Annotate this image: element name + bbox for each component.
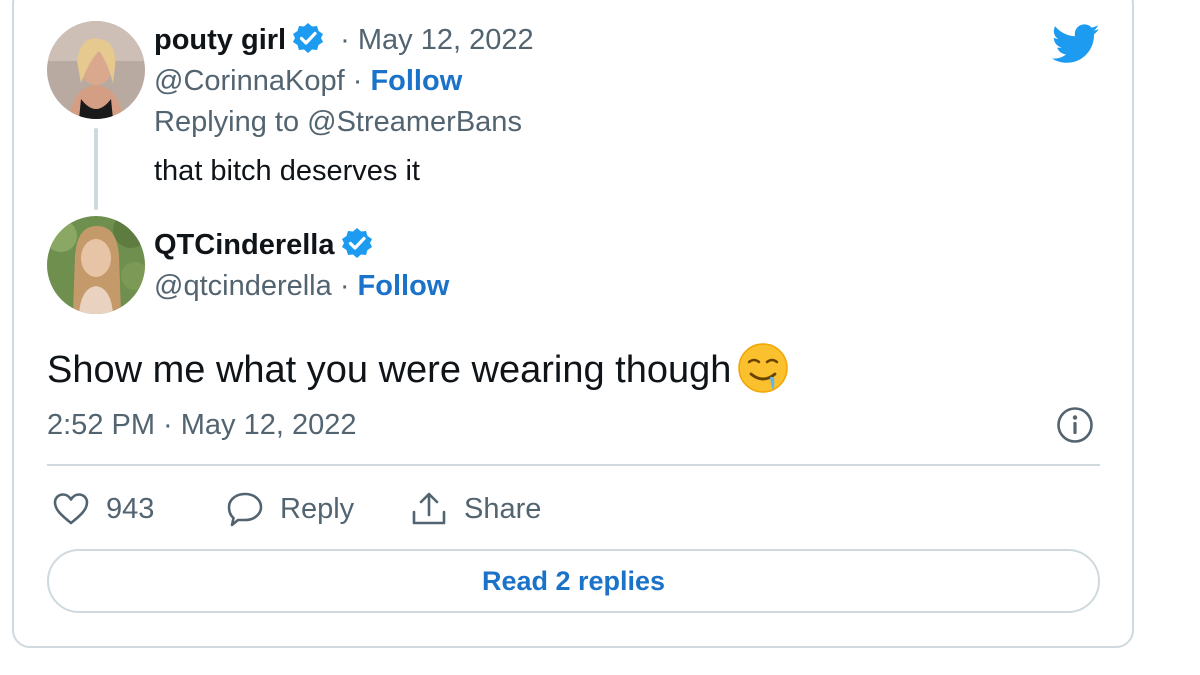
parent-handle[interactable]: @CorinnaKopf [154, 65, 345, 97]
drooling-face-icon [737, 342, 789, 394]
replying-to[interactable]: Replying to @StreamerBans [154, 104, 522, 140]
parent-tweet-text: that bitch deserves it [154, 155, 420, 187]
parent-header: pouty girl · May 12, 2022 [154, 22, 534, 58]
read-replies-button[interactable]: Read 2 replies [47, 549, 1100, 613]
reply-bubble-icon [227, 492, 263, 527]
follow-main-link[interactable]: Follow [358, 270, 450, 302]
like-button[interactable]: 943 [52, 486, 154, 532]
share-label: Share [464, 492, 542, 525]
parent-display-name[interactable]: pouty girl [154, 24, 286, 56]
tweet-timestamp[interactable]: 2:52 PM · May 12, 2022 [47, 407, 357, 443]
main-handle[interactable]: @qtcinderella [154, 270, 332, 302]
main-tweet-text-row: Show me what you were wearing though [47, 342, 789, 394]
verified-badge-icon [292, 22, 324, 54]
main-display-name[interactable]: QTCinderella [154, 229, 335, 261]
main-tweet-text: Show me what you were wearing though [47, 349, 732, 391]
main-header: QTCinderella [154, 227, 373, 263]
follow-parent-link[interactable]: Follow [370, 65, 462, 97]
separator: · [344, 65, 371, 97]
heart-icon [53, 493, 89, 525]
separator: · [331, 270, 358, 302]
avatar-parent[interactable] [47, 21, 145, 119]
reply-button[interactable]: Reply [226, 486, 354, 532]
parent-handle-row: @CorinnaKopf · Follow [154, 63, 462, 99]
divider [47, 464, 1100, 466]
read-replies-label: Read 2 replies [481, 565, 666, 596]
avatar-main[interactable] [47, 216, 145, 314]
main-handle-row: @qtcinderella · Follow [154, 268, 449, 304]
parent-date[interactable]: · May 12, 2022 [340, 24, 533, 56]
thread-line [94, 128, 98, 210]
share-icon [412, 492, 446, 525]
verified-badge-icon [341, 227, 373, 259]
share-button[interactable]: Share [410, 486, 541, 532]
info-icon[interactable] [1056, 406, 1094, 444]
like-count: 943 [106, 492, 155, 525]
reply-label: Reply [280, 492, 355, 525]
twitter-bird-icon[interactable] [1051, 24, 1100, 66]
